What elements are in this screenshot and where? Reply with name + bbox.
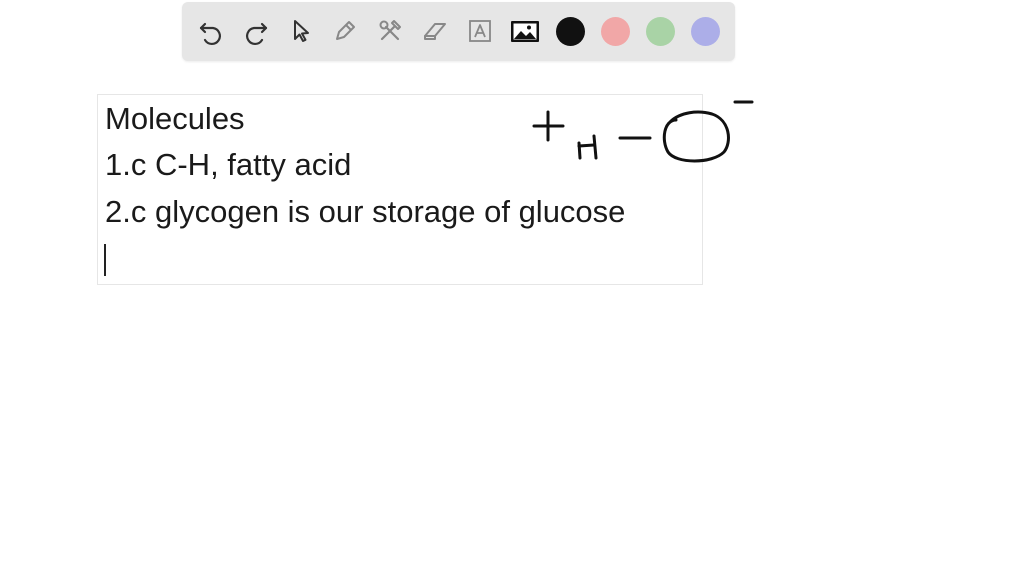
text-line-title: Molecules xyxy=(105,101,245,136)
pen-icon[interactable] xyxy=(326,12,364,50)
drawing-toolbar xyxy=(182,2,735,61)
text-line-2: 2.c glycogen is our storage of glucose xyxy=(105,194,626,229)
text-box[interactable]: Molecules 1.c C-H, fatty acid 2.c glycog… xyxy=(97,94,703,285)
text-line-1: 1.c C-H, fatty acid xyxy=(105,147,352,182)
color-black-swatch[interactable] xyxy=(556,17,585,46)
redo-icon[interactable] xyxy=(237,12,275,50)
whiteboard-canvas[interactable]: Molecules 1.c C-H, fatty acid 2.c glycog… xyxy=(0,0,1024,576)
image-icon[interactable] xyxy=(506,12,544,50)
tools-icon[interactable] xyxy=(371,12,409,50)
select-pointer-icon[interactable] xyxy=(282,12,320,50)
text-icon[interactable] xyxy=(461,12,499,50)
color-green-swatch[interactable] xyxy=(646,17,675,46)
color-blue-swatch[interactable] xyxy=(691,17,720,46)
eraser-icon[interactable] xyxy=(416,12,454,50)
color-red-swatch[interactable] xyxy=(601,17,630,46)
undo-icon[interactable] xyxy=(192,12,230,50)
handwriting-ink-layer xyxy=(532,100,754,163)
text-caret xyxy=(104,244,106,276)
